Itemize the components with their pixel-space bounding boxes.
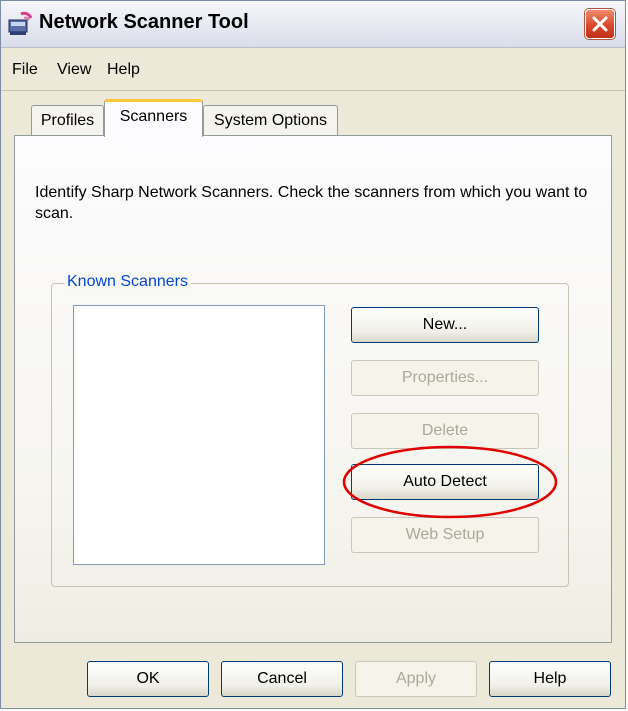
menu-bar: File View Help xyxy=(1,48,625,91)
scanner-app-icon xyxy=(8,11,33,35)
web-setup-button[interactable]: Web Setup xyxy=(351,517,539,553)
menu-file[interactable]: File xyxy=(12,61,38,79)
delete-button[interactable]: Delete xyxy=(351,413,539,449)
tab-system-options[interactable]: System Options xyxy=(203,105,338,137)
known-scanners-label: Known Scanners xyxy=(64,273,191,291)
help-button[interactable]: Help xyxy=(489,661,611,697)
tab-profiles[interactable]: Profiles xyxy=(31,105,104,137)
close-button[interactable] xyxy=(585,9,615,39)
apply-button[interactable]: Apply xyxy=(355,661,477,697)
ok-button[interactable]: OK xyxy=(87,661,209,697)
network-scanner-window: Network Scanner Tool File View Help Prof… xyxy=(0,0,626,709)
instructions-text: Identify Sharp Network Scanners. Check t… xyxy=(35,184,588,222)
known-scanners-list[interactable] xyxy=(73,305,325,565)
new-button[interactable]: New... xyxy=(351,307,539,343)
properties-button[interactable]: Properties... xyxy=(351,360,539,396)
menu-help[interactable]: Help xyxy=(107,61,140,79)
tab-scanners[interactable]: Scanners xyxy=(104,99,203,137)
menu-view[interactable]: View xyxy=(57,61,91,79)
auto-detect-button[interactable]: Auto Detect xyxy=(351,464,539,500)
title-bar[interactable]: Network Scanner Tool xyxy=(1,1,625,48)
cancel-button[interactable]: Cancel xyxy=(221,661,343,697)
close-icon xyxy=(592,16,608,32)
window-title: Network Scanner Tool xyxy=(39,11,249,33)
